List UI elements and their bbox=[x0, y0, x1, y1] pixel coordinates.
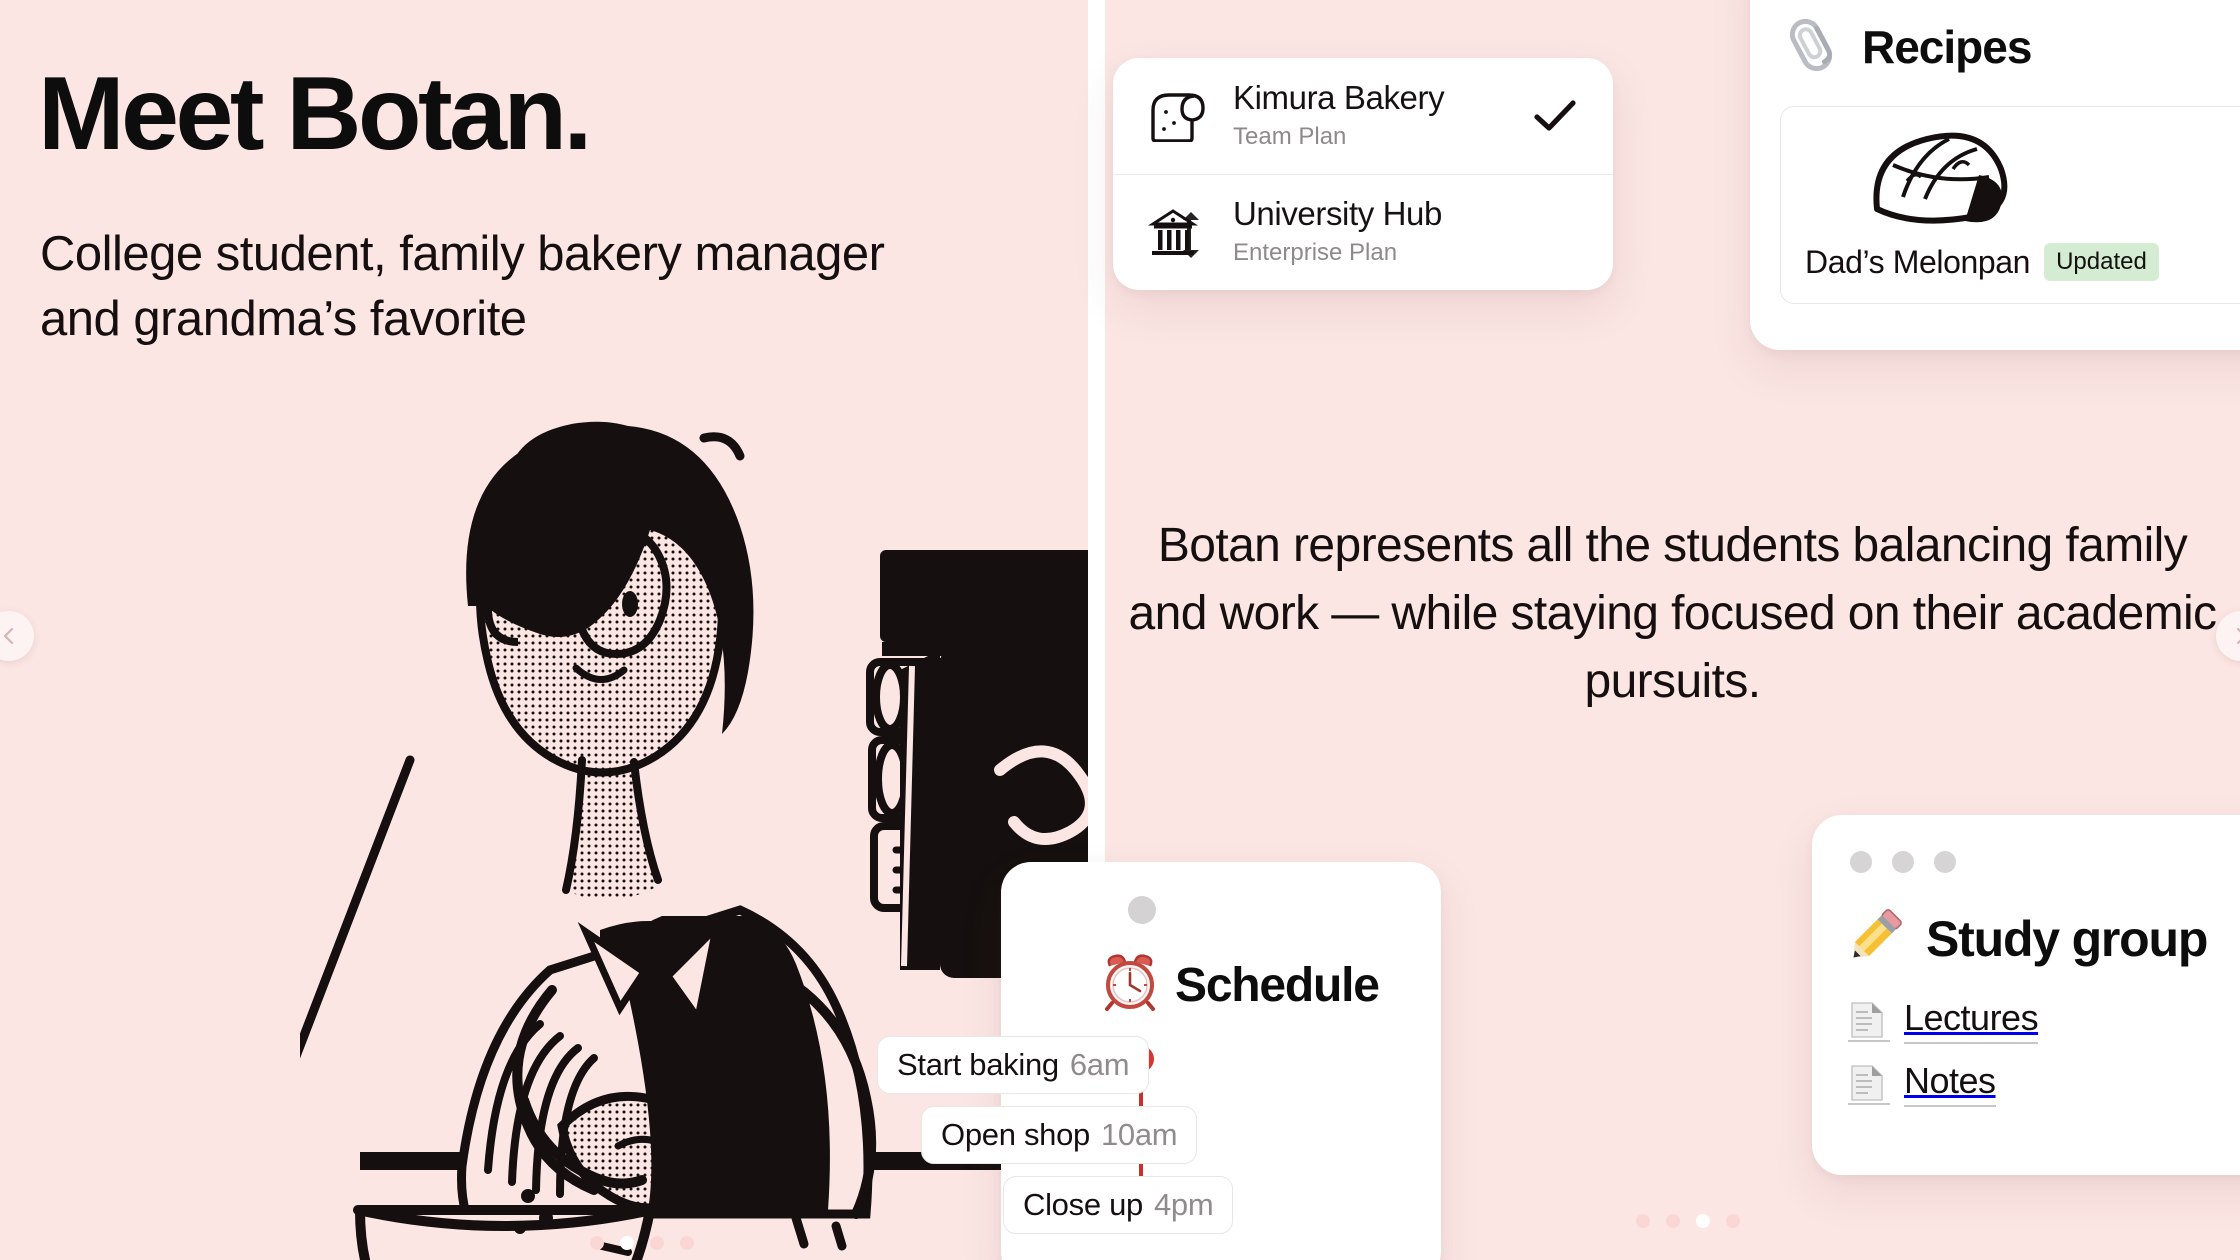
check-icon bbox=[1527, 88, 1583, 144]
workspace-plan: Enterprise Plan bbox=[1233, 239, 1398, 267]
recipes-header: Recipes bbox=[1750, 0, 2240, 80]
card-handle-dot bbox=[1128, 896, 1156, 924]
bread-bun-icon bbox=[1867, 125, 2015, 229]
window-dot bbox=[1850, 851, 1872, 873]
carousel-dot[interactable] bbox=[1666, 1214, 1680, 1228]
page-subtitle: College student, family bakery manager a… bbox=[40, 227, 885, 346]
carousel-dot[interactable] bbox=[650, 1236, 664, 1250]
event-time: 4pm bbox=[1153, 1187, 1214, 1222]
page-icon bbox=[1848, 1063, 1890, 1105]
recipes-title: Recipes bbox=[1862, 21, 2032, 73]
carousel-dot[interactable] bbox=[1636, 1214, 1650, 1228]
event-label: Open shop bbox=[941, 1117, 1090, 1152]
workspace-name: University Hub bbox=[1233, 195, 1442, 233]
study-link-notes[interactable]: Notes bbox=[1848, 1060, 2038, 1107]
study-link-lectures[interactable]: Lectures bbox=[1848, 997, 2039, 1044]
workspace-switcher-card: Kimura Bakery Team Plan University Hub E… bbox=[1113, 58, 1613, 290]
event-label: Close up bbox=[1023, 1187, 1143, 1222]
study-group-title: Study group bbox=[1926, 911, 2208, 967]
classical-building-icon bbox=[1145, 202, 1207, 264]
page-icon bbox=[1848, 1000, 1890, 1042]
study-group-links: Lectures Notes bbox=[1848, 997, 2039, 1123]
page-title: Meet Botan. bbox=[38, 56, 592, 172]
chevron-left-icon bbox=[0, 627, 18, 645]
bread-loaf-icon bbox=[1145, 85, 1207, 147]
alarm-clock-icon bbox=[1101, 954, 1163, 1016]
carousel-dot[interactable] bbox=[680, 1236, 694, 1250]
schedule-event-chip[interactable]: Open shop 10am bbox=[921, 1106, 1198, 1164]
recipes-card: Recipes Dad’s Melonpan Updated bbox=[1750, 0, 2240, 350]
carousel-dot-active[interactable] bbox=[1696, 1214, 1710, 1228]
carousel-dot[interactable] bbox=[1726, 1214, 1740, 1228]
workspace-item-university-hub[interactable]: University Hub Enterprise Plan bbox=[1113, 174, 1613, 290]
slide-body-text: Botan represents all the students balanc… bbox=[1128, 519, 2218, 709]
chevron-right-icon bbox=[2232, 627, 2240, 645]
recipe-footer: Dad’s Melonpan Updated bbox=[1805, 243, 2159, 281]
study-link-label: Notes bbox=[1904, 1060, 1996, 1107]
schedule-event-chip[interactable]: Close up 4pm bbox=[1003, 1176, 1234, 1234]
event-time: 6am bbox=[1069, 1047, 1130, 1082]
recipe-tile-dads-melonpan[interactable]: Dad’s Melonpan Updated bbox=[1780, 106, 2240, 304]
carousel-dot[interactable] bbox=[590, 1236, 604, 1250]
schedule-title: Schedule bbox=[1175, 958, 1380, 1012]
workspace-check-placeholder bbox=[1527, 205, 1583, 261]
workspace-name: Kimura Bakery bbox=[1233, 78, 1445, 116]
event-label: Start baking bbox=[897, 1047, 1059, 1082]
workspace-plan: Team Plan bbox=[1233, 122, 1347, 150]
schedule-card: Schedule Start baking 6am Open shop 10am… bbox=[877, 862, 1441, 1260]
window-controls bbox=[1850, 851, 1956, 873]
window-dot bbox=[1934, 851, 1956, 873]
schedule-event-chip[interactable]: Start baking 6am bbox=[877, 1036, 1150, 1094]
study-link-label: Lectures bbox=[1904, 997, 2039, 1044]
event-time: 10am bbox=[1100, 1117, 1178, 1152]
carousel-stage: Meet Botan. College student, family bake… bbox=[0, 0, 2240, 1260]
study-group-header: Study group bbox=[1840, 903, 2208, 975]
pencil-icon bbox=[1840, 903, 1912, 975]
recipe-name: Dad’s Melonpan bbox=[1805, 243, 2031, 280]
workspace-item-kimura-bakery[interactable]: Kimura Bakery Team Plan bbox=[1113, 58, 1613, 174]
workspace-text: University Hub Enterprise Plan bbox=[1233, 195, 1501, 269]
workspace-text: Kimura Bakery Team Plan bbox=[1233, 79, 1501, 153]
status-badge: Updated bbox=[2044, 243, 2159, 281]
window-dot bbox=[1892, 851, 1914, 873]
carousel-dots-right[interactable] bbox=[1636, 1214, 1740, 1228]
carousel-dot-active[interactable] bbox=[620, 1236, 634, 1250]
paperclip-icon bbox=[1780, 14, 1846, 80]
carousel-dots-left[interactable] bbox=[590, 1236, 694, 1250]
schedule-header: Schedule bbox=[1101, 954, 1380, 1016]
study-group-card: Study group Lectures Notes bbox=[1812, 815, 2240, 1175]
